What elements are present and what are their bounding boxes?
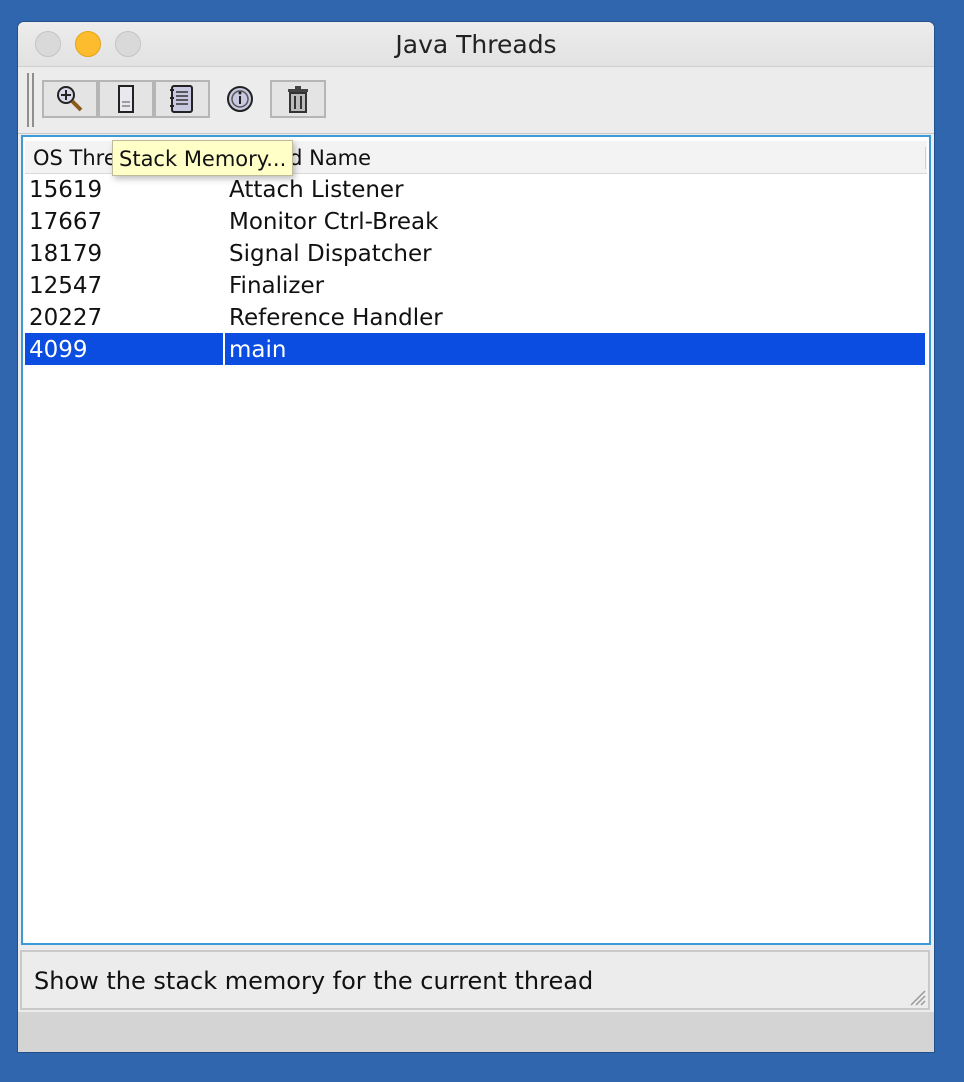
- table-row[interactable]: 18179 Signal Dispatcher: [25, 237, 925, 269]
- os-thread-id-cell: 12547: [29, 273, 103, 299]
- table-row[interactable]: 15619 Attach Listener: [25, 173, 925, 205]
- toolbar: [18, 67, 934, 134]
- table-row-selected[interactable]: 4099 main: [25, 333, 925, 365]
- delete-button[interactable]: [270, 80, 326, 118]
- stack-memory-button[interactable]: [98, 80, 154, 118]
- stack-memory-tooltip: Stack Memory...: [112, 140, 294, 176]
- stack-trace-button[interactable]: [154, 80, 210, 118]
- notepad-icon: [170, 85, 193, 113]
- window-bottom-strip: [18, 1012, 934, 1052]
- java-threads-window: Java Threads OS Thre Thread Name 15619 A…: [18, 22, 934, 1052]
- thread-name-cell: Finalizer: [229, 273, 325, 299]
- trash-icon: [288, 86, 308, 113]
- threads-table-panel[interactable]: OS Thre Thread Name 15619 Attach Listene…: [21, 135, 931, 945]
- magnifier-icon: [57, 86, 83, 112]
- title-bar[interactable]: Java Threads: [18, 22, 934, 67]
- os-thread-id-cell: 4099: [29, 337, 88, 363]
- table-row[interactable]: 12547 Finalizer: [25, 269, 925, 301]
- status-text: Show the stack memory for the current th…: [34, 967, 594, 995]
- threads-table-body: 15619 Attach Listener 17667 Monitor Ctrl…: [25, 173, 925, 365]
- info-icon: [227, 86, 253, 112]
- thread-name-cell: main: [229, 337, 287, 363]
- stack-icon: [118, 85, 134, 113]
- os-thread-id-cell: 20227: [29, 305, 103, 331]
- cell-separator: [223, 333, 225, 365]
- table-row[interactable]: 17667 Monitor Ctrl-Break: [25, 205, 925, 237]
- os-thread-id-cell: 17667: [29, 209, 103, 235]
- table-row[interactable]: 20227 Reference Handler: [25, 301, 925, 333]
- thread-info-button[interactable]: [214, 80, 266, 118]
- inspect-thread-button[interactable]: [42, 80, 98, 118]
- toolbar-grip-line: [32, 73, 34, 127]
- thread-name-cell: Attach Listener: [229, 177, 404, 203]
- os-thread-id-cell: 15619: [29, 177, 103, 203]
- toolbar-grip[interactable]: [27, 73, 29, 127]
- thread-name-cell: Reference Handler: [229, 305, 443, 331]
- thread-name-cell: Monitor Ctrl-Break: [229, 209, 439, 235]
- window-title: Java Threads: [395, 30, 557, 59]
- status-bar: Show the stack memory for the current th…: [20, 950, 930, 1010]
- column-header-thread-name[interactable]: Thread Name: [229, 141, 889, 173]
- os-thread-id-cell: 18179: [29, 241, 103, 267]
- header-divider: [925, 147, 926, 169]
- resize-grip-icon[interactable]: [908, 988, 926, 1006]
- thread-name-cell: Signal Dispatcher: [229, 241, 432, 267]
